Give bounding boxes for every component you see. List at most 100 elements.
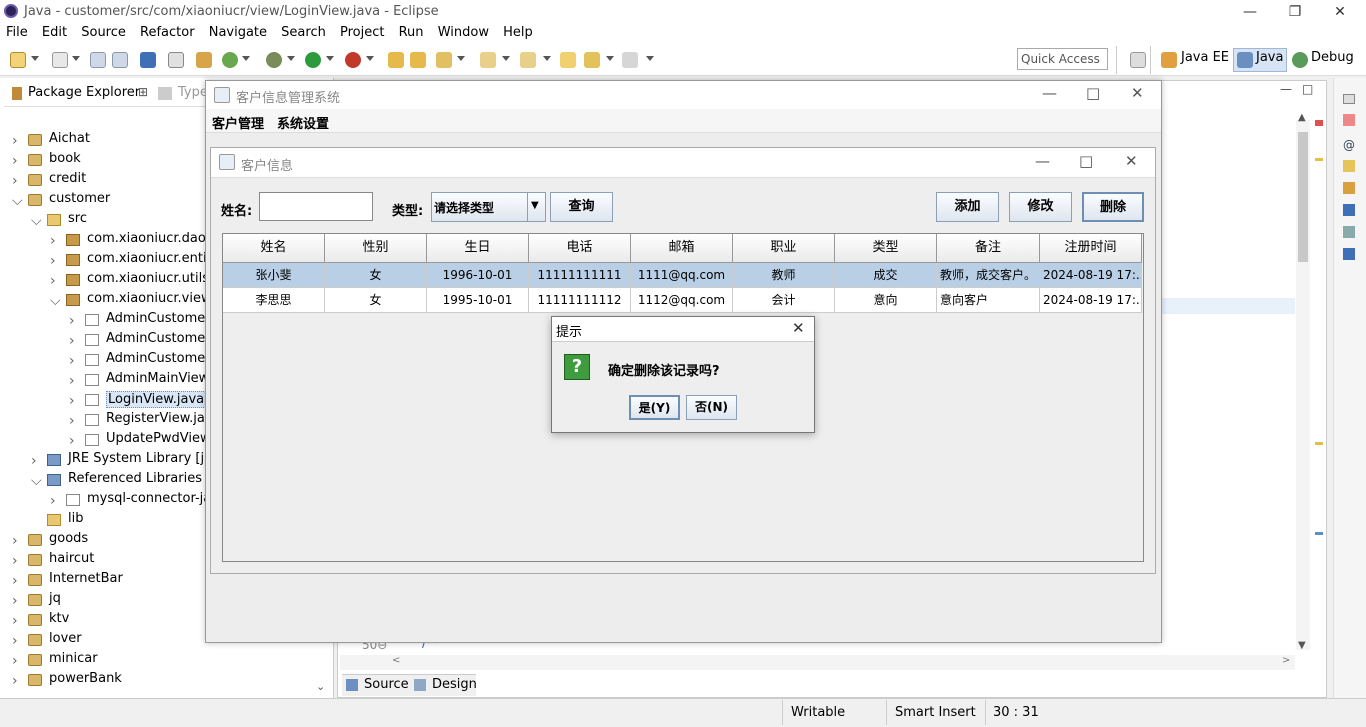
column-header[interactable]: 邮箱: [631, 234, 733, 263]
pencil-icon[interactable]: [436, 52, 452, 68]
expand-arrow-icon[interactable]: ›: [12, 173, 18, 189]
tree-item[interactable]: AdminMainView.j: [106, 371, 216, 386]
table-cell[interactable]: 1111@qq.com: [631, 263, 733, 288]
expand-arrow-icon[interactable]: ›: [12, 673, 18, 689]
maximize-icon[interactable]: □: [1079, 152, 1093, 170]
editor-horizontal-scrollbar[interactable]: < >: [340, 655, 1295, 670]
menu-search[interactable]: Search: [277, 24, 330, 42]
table-cell[interactable]: 意向客户: [937, 288, 1040, 313]
column-header[interactable]: 职业: [733, 234, 835, 263]
column-header[interactable]: 类型: [835, 234, 937, 263]
refresh-icon[interactable]: [222, 52, 238, 68]
menu-run[interactable]: Run: [395, 24, 428, 42]
tree-item[interactable]: haircut: [49, 551, 94, 566]
expand-arrow-icon[interactable]: ›: [50, 253, 56, 269]
name-input[interactable]: [259, 192, 373, 221]
delete-button[interactable]: 删除: [1082, 192, 1144, 222]
table-cell[interactable]: 11111111112: [529, 288, 631, 313]
tab-type-hierarchy[interactable]: Type: [178, 85, 208, 100]
skip-breakpoints-icon[interactable]: [168, 52, 184, 68]
tree-item[interactable]: com.xiaoniucr.view: [87, 291, 212, 306]
maximize-view-icon[interactable]: □: [1302, 82, 1313, 96]
menu-refactor[interactable]: Refactor: [136, 24, 199, 42]
expand-arrow-icon[interactable]: ›: [69, 393, 75, 409]
menu-edit[interactable]: Edit: [38, 24, 71, 42]
tree-item[interactable]: credit: [49, 171, 86, 186]
tree-item[interactable]: Referenced Libraries: [68, 471, 202, 486]
tree-item[interactable]: ktv: [49, 611, 69, 626]
expand-arrow-icon[interactable]: ›: [12, 613, 18, 629]
table-cell[interactable]: 1112@qq.com: [631, 288, 733, 313]
table-cell[interactable]: 女: [325, 288, 427, 313]
table-cell[interactable]: 1996-10-01: [427, 263, 529, 288]
tree-item[interactable]: JRE System Library [jre1: [68, 451, 225, 466]
new-package-icon[interactable]: [388, 52, 404, 68]
save-all-icon[interactable]: [112, 52, 128, 68]
tab-source[interactable]: Source: [364, 677, 409, 692]
next-annotation-icon[interactable]: [520, 52, 536, 68]
table-cell[interactable]: 会计: [733, 288, 835, 313]
collapse-arrow-icon[interactable]: ⌵: [12, 193, 23, 209]
table-cell[interactable]: 教师: [733, 263, 835, 288]
table-cell[interactable]: 1995-10-01: [427, 288, 529, 313]
debug-icon[interactable]: [266, 52, 282, 68]
tree-item[interactable]: powerBank: [49, 671, 122, 686]
tab-package-explorer[interactable]: Package Explorer: [28, 85, 140, 100]
column-header[interactable]: 电话: [529, 234, 631, 263]
collapse-arrow-icon[interactable]: ⌵: [50, 293, 61, 309]
expand-arrow-icon[interactable]: ›: [69, 413, 75, 429]
menu-navigate[interactable]: Navigate: [205, 24, 271, 42]
tree-item[interactable]: goods: [49, 531, 88, 546]
expand-arrow-icon[interactable]: ›: [12, 553, 18, 569]
tree-item[interactable]: com.xiaoniucr.entity: [87, 251, 219, 266]
maximize-icon[interactable]: □: [1086, 84, 1100, 102]
column-header[interactable]: 生日: [427, 234, 529, 263]
expand-arrow-icon[interactable]: ›: [69, 333, 75, 349]
add-button[interactable]: 添加: [936, 192, 999, 222]
collapse-arrow-icon[interactable]: ⌵: [31, 213, 42, 229]
perspective-debug[interactable]: Debug: [1311, 50, 1354, 65]
open-perspective-icon[interactable]: [1130, 52, 1146, 68]
run-icon[interactable]: [305, 52, 321, 68]
tree-item[interactable]: src: [68, 211, 87, 226]
tree-item[interactable]: RegisterView.java: [106, 411, 221, 426]
back-arrow-icon[interactable]: [584, 52, 600, 68]
menu-project[interactable]: Project: [336, 24, 388, 42]
expand-arrow-icon[interactable]: ›: [50, 493, 56, 509]
scroll-down-arrow-icon[interactable]: ⌄: [316, 680, 325, 693]
no-button[interactable]: 否(N): [686, 395, 737, 420]
menu-window[interactable]: Window: [434, 24, 493, 42]
minimize-icon[interactable]: —: [1230, 2, 1270, 22]
console-icon[interactable]: [140, 52, 156, 68]
tree-item[interactable]: AdminCustomerU: [106, 351, 220, 366]
editor-vertical-scrollbar[interactable]: [1296, 120, 1310, 650]
close-icon[interactable]: ✕: [1131, 84, 1144, 102]
expand-arrow-icon[interactable]: ›: [69, 373, 75, 389]
save-icon[interactable]: [90, 52, 106, 68]
table-cell[interactable]: 教师，成交客户。: [937, 263, 1040, 288]
menu-system-settings[interactable]: 系统设置: [277, 113, 329, 132]
tree-item[interactable]: lover: [49, 631, 82, 646]
tree-item[interactable]: UpdatePwdView.j: [106, 431, 217, 446]
menu-source[interactable]: Source: [77, 24, 130, 42]
new-project-icon[interactable]: [52, 52, 68, 68]
forward-arrow-icon[interactable]: [622, 52, 638, 68]
expand-arrow-icon[interactable]: ›: [12, 593, 18, 609]
scroll-up-icon[interactable]: ▲: [1298, 112, 1306, 123]
tree-item[interactable]: jq: [49, 591, 61, 606]
table-cell[interactable]: 11111111111: [529, 263, 631, 288]
expand-arrow-icon[interactable]: ›: [12, 533, 18, 549]
edit-button[interactable]: 修改: [1009, 192, 1072, 222]
quick-access-input[interactable]: Quick Access: [1017, 48, 1108, 70]
expand-arrow-icon[interactable]: ›: [50, 233, 56, 249]
close-icon[interactable]: ✕: [1125, 152, 1138, 170]
expand-arrow-icon[interactable]: ›: [31, 453, 37, 469]
tree-item[interactable]: Aichat: [49, 131, 90, 146]
perspective-java[interactable]: Java: [1256, 50, 1283, 65]
table-cell[interactable]: 成交: [835, 263, 937, 288]
menu-file[interactable]: File: [2, 24, 32, 42]
tree-item[interactable]: InternetBar: [49, 571, 123, 586]
table-cell[interactable]: 李思思: [223, 288, 325, 313]
tree-item[interactable]: AdminCustomerA: [106, 311, 219, 326]
annotation-icon[interactable]: [480, 52, 496, 68]
